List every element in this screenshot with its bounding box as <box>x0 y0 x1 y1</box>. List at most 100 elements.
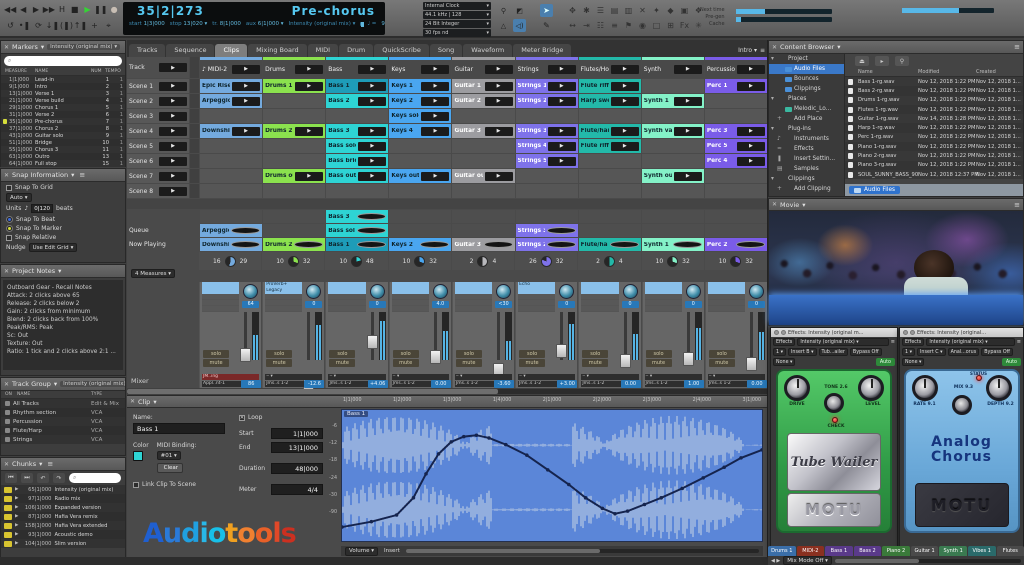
output-assignment[interactable]: Jms..s 1-2 <box>707 381 748 387</box>
transport-mode-button[interactable]: + <box>88 19 101 32</box>
clip-stop-icon[interactable] <box>357 227 387 234</box>
transport-button[interactable]: ❚❚ <box>94 3 107 16</box>
auto-button[interactable]: Auto <box>1001 358 1021 366</box>
clip-end-value[interactable]: 13|1|000 <box>271 442 323 453</box>
clip-cell[interactable]: Downshifter▶ <box>200 124 263 138</box>
clip-cell[interactable]: Synth vamp▶ <box>641 124 704 138</box>
output-assignment[interactable]: Jms..s 1-2 <box>644 381 685 387</box>
clip-stop-icon[interactable] <box>483 241 513 248</box>
view-tab[interactable]: Tracks <box>129 44 166 57</box>
pan-value[interactable]: 4.0 <box>431 301 449 308</box>
tool-icon[interactable]: ☷ <box>594 19 607 32</box>
close-icon[interactable]: ✕ <box>772 44 777 51</box>
clip-stop-icon[interactable] <box>231 241 261 248</box>
marker-row[interactable]: 51|1|000 Bridge 10 1 <box>1 139 125 146</box>
tool-icon[interactable]: ✥ <box>566 4 579 17</box>
view-tab[interactable]: Mixing Board <box>248 44 307 57</box>
output-assignment[interactable]: Jms..s 1-2 <box>454 381 495 387</box>
clock-setting-dropdown[interactable]: 30 fps nd ▾ <box>423 29 491 37</box>
pencil-tool-icon[interactable]: ✎ <box>540 19 553 32</box>
clip-cell[interactable]: Perc 1 ▶ <box>704 79 767 93</box>
brand-plate[interactable]: MOTU <box>787 493 881 527</box>
tool-icon[interactable]: ⊞ <box>664 19 677 32</box>
chunk-play-icon[interactable]: ▶ <box>15 523 18 528</box>
transport-mode-button[interactable]: ↺ <box>4 19 17 32</box>
clip-duration-value[interactable]: 48|000 <box>271 463 323 474</box>
tool-icon[interactable]: ◉ <box>636 19 649 32</box>
clip-stop-icon[interactable] <box>546 241 576 248</box>
browser-tree-item[interactable]: ▾ Places <box>769 94 844 104</box>
insert-slot[interactable] <box>644 306 682 312</box>
track-header[interactable]: Strings ▶ <box>515 57 578 78</box>
mix-knob[interactable] <box>951 395 972 415</box>
clip-cell[interactable]: Synth 1 ▶ <box>641 94 704 108</box>
queued-clip[interactable]: Flute/harp unison <box>578 238 641 251</box>
insert-dropdown[interactable]: Insert B ▾ <box>788 348 817 356</box>
snap-relative-checkbox[interactable] <box>6 234 12 241</box>
track-tab[interactable]: Piano 2 <box>882 546 910 556</box>
output-assignment[interactable]: Jms..s 1-2 <box>518 381 559 387</box>
menu-icon[interactable]: ≡ <box>1014 201 1020 209</box>
pan-value[interactable]: 0 <box>558 301 576 308</box>
clip-cell[interactable]: Guitar 2 ▶ <box>452 94 515 108</box>
snap-to-beat-radio[interactable] <box>6 216 13 223</box>
clip-cell[interactable]: Drums 2 ▶ <box>263 124 326 138</box>
track-header[interactable]: Flutes/Horns▶ <box>578 57 641 78</box>
clip-cell[interactable]: Guitar 3 ▶ <box>452 124 515 138</box>
view-tab[interactable]: Song <box>429 44 463 57</box>
clip-cell[interactable]: Bass outro▶ <box>326 169 389 183</box>
scene-play-icon[interactable]: ▶ <box>159 96 187 106</box>
slot-dropdown[interactable]: 1 ▾ <box>773 348 786 356</box>
browser-tree-item[interactable]: ▾ Clippings <box>769 174 844 184</box>
chunk-row[interactable]: ▶ 87|1|000 Hafia Vera remix <box>1 512 125 521</box>
browser-tree-item[interactable]: ❚ Insert Settin... <box>769 154 844 164</box>
file-row[interactable]: Perc 1-rg.wav Nov 12, 2018 1:22 PM Nov 12,… <box>845 132 1023 143</box>
minimize-icon[interactable] <box>781 330 786 335</box>
waveform-display[interactable]: Bass 1 <box>341 409 763 542</box>
file-row[interactable]: Piano 2-rg.wav Nov 12, 2018 1:22 PM Nov 12… <box>845 151 1023 161</box>
chunk-play-icon[interactable]: ▶ <box>15 496 18 501</box>
clip-cell[interactable]: Guitar 1 ▶ <box>452 79 515 93</box>
transport-mode-button[interactable]: ↑❚ <box>74 19 87 32</box>
marker-row[interactable]: 43|1|000 Guitar solo 9 1 <box>1 132 125 139</box>
solo-button[interactable]: solo <box>329 350 356 358</box>
browser-tree-item[interactable]: ♪ Instruments <box>769 134 844 144</box>
browser-tree-item[interactable]: ≈ Effects <box>769 144 844 154</box>
tool-icon[interactable]: Fx <box>678 19 691 32</box>
browser-mic-icon[interactable]: ⚲ <box>895 56 909 66</box>
mute-button[interactable]: mute <box>645 359 672 367</box>
track-tab[interactable]: MIDI-2 <box>796 546 825 556</box>
track-group-row[interactable]: Percussion VCA <box>1 417 125 426</box>
queued-clip[interactable]: Strings 2 <box>515 238 578 251</box>
scene-play-icon[interactable]: ▶ <box>159 141 187 151</box>
notes-text[interactable]: Outboard Gear - Recall Notes Attack: 2 cl… <box>3 280 123 370</box>
transport-mode-button[interactable]: •❚ <box>18 19 31 32</box>
slot-dropdown[interactable]: 1 ▾ <box>902 348 915 356</box>
sequence-dropdown[interactable]: Intensity (original mix) ▾ <box>797 338 889 346</box>
volume-value[interactable]: -3.60 <box>494 380 515 388</box>
pan-value[interactable]: <30 <box>495 301 513 308</box>
clip-stop-icon[interactable] <box>231 227 261 234</box>
chunk-play-icon[interactable]: ▶ <box>15 487 18 492</box>
group-enable-toggle[interactable] <box>5 410 10 415</box>
browser-tree-item[interactable]: + Add Clipping <box>769 184 844 194</box>
track-header[interactable]: Synth ▶ <box>641 57 704 78</box>
preset-dropdown[interactable]: None ▾ <box>773 358 796 366</box>
browser-tree-item[interactable]: + Add Place <box>769 114 844 124</box>
solo-button[interactable]: solo <box>266 350 293 358</box>
clip-name-input[interactable]: Bass 1 <box>133 423 225 434</box>
queued-clip[interactable]: Perc 2 <box>704 238 767 251</box>
solo-button[interactable]: solo <box>645 350 672 358</box>
clip-cell[interactable]: Strings 4 ▶ <box>515 139 578 153</box>
intro-dropdown[interactable]: Intro ▾ <box>738 47 757 54</box>
menu-icon[interactable]: ≡ <box>1014 43 1020 51</box>
file-row[interactable]: Flutes 1-rg.wav Nov 12, 2018 1:22 PM Nov 1… <box>845 104 1023 115</box>
pan-knob[interactable] <box>685 284 701 299</box>
mute-button[interactable]: mute <box>203 359 229 367</box>
chunk-play-icon[interactable]: ▶ <box>15 505 18 510</box>
browser-tree-item[interactable]: ▾ Project <box>769 54 844 64</box>
tool-icon[interactable]: ▤ <box>608 4 621 17</box>
tempo-slider[interactable] <box>360 22 365 27</box>
clip-cell[interactable]: Drums outro▶ <box>263 169 326 183</box>
view-tab[interactable]: QuickScribe <box>374 44 429 57</box>
